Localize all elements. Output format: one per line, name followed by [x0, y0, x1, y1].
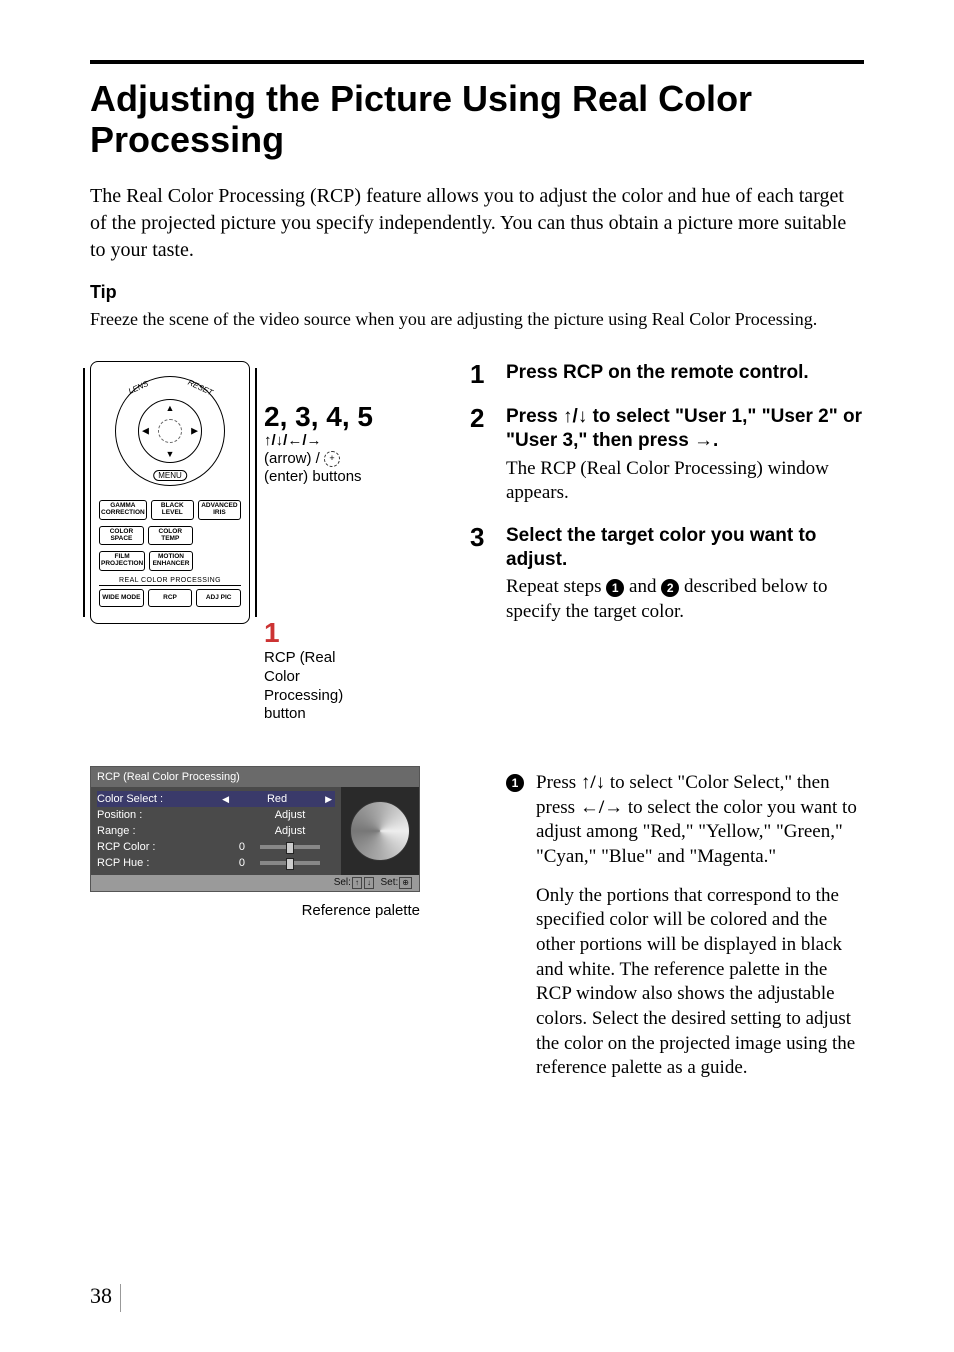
button-row-4: WIDE MODE RCP ADJ PIC	[99, 589, 241, 607]
tip-heading: Tip	[90, 282, 864, 303]
black-level-button: BLACK LEVEL	[151, 500, 194, 520]
color-temp-button: COLOR TEMP	[148, 526, 193, 546]
down-key-icon: ↓	[364, 877, 374, 889]
arrow-left-icon: ◀	[219, 794, 232, 805]
osd-row-position: Position : Adjust	[97, 807, 335, 823]
intro-paragraph: The Real Color Processing (RCP) feature …	[90, 183, 864, 264]
callout-b-line3: Processing)	[264, 687, 373, 706]
callout-b-line2: Color	[264, 668, 373, 687]
step-body: The RCP (Real Color Processing) window a…	[506, 457, 864, 506]
step-head: Press ↑/↓ to select "User 1," "User 2" o…	[506, 405, 864, 453]
slider-icon	[260, 861, 320, 865]
step-head: Select the target color you want to adju…	[506, 524, 864, 572]
up-key-icon: ↑	[352, 877, 362, 889]
motion-enhancer-button: MOTION ENHANCER	[149, 551, 192, 571]
rcp-divider-label: REAL COLOR PROCESSING	[99, 577, 241, 586]
step-3: 3 Select the target color you want to ad…	[470, 524, 864, 625]
circled-1-icon: 1	[506, 774, 524, 792]
button-row-2: COLOR SPACE COLOR TEMP	[99, 526, 193, 546]
callout-b-line4: button	[264, 705, 373, 724]
osd-figure: RCP (Real Color Processing) Color Select…	[90, 766, 440, 919]
arrow-up-icon: ▲	[166, 403, 175, 413]
step-number: 2	[470, 405, 494, 506]
circled-2-icon: 2	[661, 579, 679, 597]
remote-callouts: 2, 3, 4, 5 ↑/↓/←/→ (arrow) / + (enter) b…	[264, 361, 373, 724]
osd-row-color-select: Color Select : ◀ Red ▶	[97, 791, 335, 807]
osd-title: RCP (Real Color Processing)	[91, 767, 419, 787]
advanced-iris-button: ADVANCED IRIS	[198, 500, 241, 520]
arrow-right-icon: ▶	[191, 426, 198, 437]
enter-key-icon: ⊕	[399, 877, 412, 889]
callout-b-number: 1	[264, 617, 373, 649]
substep-p1: Press ↑/↓ to select "Color Select," then…	[536, 771, 864, 870]
page-number: 38	[90, 1283, 121, 1312]
substep-1: 1 Press ↑/↓ to select "Color Select," th…	[506, 771, 864, 1081]
tip-body: Freeze the scene of the video source whe…	[90, 307, 864, 331]
circled-1-icon: 1	[606, 579, 624, 597]
arrow-left-icon: ◀	[142, 426, 149, 437]
callout-b-line1: RCP (Real	[264, 649, 373, 668]
osd-footer: Sel:↑↓ Set:⊕	[91, 875, 419, 891]
updown-arrows-icon: ↑/↓	[581, 772, 605, 793]
button-row-1: GAMMA CORRECTION BLACK LEVEL ADVANCED IR…	[99, 500, 241, 520]
step-2: 2 Press ↑/↓ to select "User 1," "User 2"…	[470, 405, 864, 506]
remote-body: LENS RESET ▲ ▼ ◀ ▶ MENU GAMMA CORRECTION…	[90, 361, 250, 624]
wide-mode-button: WIDE MODE	[99, 589, 144, 607]
reset-label: RESET	[187, 378, 215, 397]
film-projection-button: FILM PROJECTION	[99, 551, 145, 571]
menu-label: MENU	[153, 470, 187, 481]
osd-row-range: Range : Adjust	[97, 823, 335, 839]
reference-palette-swatch	[350, 801, 410, 861]
callout-a-numbers: 2, 3, 4, 5	[264, 401, 373, 433]
callout-a-line2: (enter) buttons	[264, 468, 373, 487]
osd-row-rcp-color: RCP Color : 0	[97, 839, 335, 855]
color-space-button: COLOR SPACE	[99, 526, 144, 546]
slider-icon	[260, 845, 320, 849]
callout-a-line1: (arrow) / +	[264, 450, 373, 469]
right-arrow-icon: →	[694, 430, 713, 451]
leftright-arrows-icon: ←/→	[580, 797, 623, 818]
adj-pic-button: ADJ PIC	[196, 589, 241, 607]
substep-p2: Only the portions that correspond to the…	[536, 884, 864, 1082]
callout-a-arrows: ↑/↓/←/→	[264, 433, 373, 450]
button-row-3: FILM PROJECTION MOTION ENHANCER	[99, 551, 193, 571]
remote-diagram: LENS RESET ▲ ▼ ◀ ▶ MENU GAMMA CORRECTION…	[90, 361, 440, 724]
step-number: 1	[470, 361, 494, 387]
rcp-button: RCP	[148, 589, 193, 607]
rcp-osd-window: RCP (Real Color Processing) Color Select…	[90, 766, 420, 892]
gamma-correction-button: GAMMA CORRECTION	[99, 500, 147, 520]
step-head: Press RCP on the remote control.	[506, 361, 809, 385]
step-body: Repeat steps 1 and 2 described below to …	[506, 575, 864, 624]
section-rule	[90, 60, 864, 64]
osd-row-rcp-hue: RCP Hue : 0	[97, 855, 335, 871]
enter-icon: +	[324, 451, 340, 467]
arrow-down-icon: ▼	[166, 449, 175, 459]
lens-label: LENS	[127, 379, 150, 396]
step-number: 3	[470, 524, 494, 625]
page-title: Adjusting the Picture Using Real Color P…	[90, 78, 864, 161]
step-1: 1 Press RCP on the remote control.	[470, 361, 864, 387]
updown-arrows-icon: ↑/↓	[563, 406, 587, 427]
arrow-right-icon: ▶	[322, 794, 335, 805]
osd-caption: Reference palette	[90, 902, 420, 919]
dpad: LENS RESET ▲ ▼ ◀ ▶ MENU	[115, 376, 225, 486]
